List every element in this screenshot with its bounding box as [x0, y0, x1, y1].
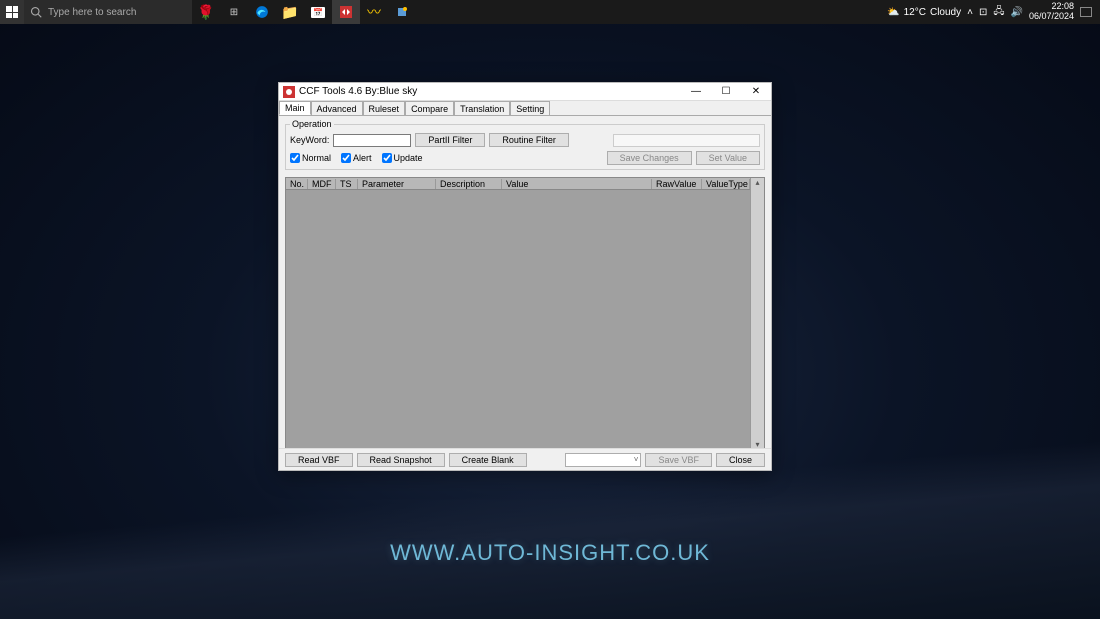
tray-cloud-icon[interactable]: ⊡: [979, 7, 987, 18]
taskbar-app-ccf[interactable]: [332, 0, 360, 24]
ccf-tools-window: CCF Tools 4.6 By:Blue sky — ☐ ✕ Main Adv…: [278, 82, 772, 471]
menu-tabs: Main Advanced Ruleset Compare Translatio…: [279, 101, 771, 115]
taskbar-app-calendar[interactable]: 📅: [304, 0, 332, 24]
read-snapshot-button[interactable]: Read Snapshot: [357, 453, 445, 467]
system-tray: ⛅ 12°C Cloudy ˄ ⊡ 🖧 🔊 22:08 06/07/2024: [887, 0, 1100, 24]
grid-header-row: No. MDF TS Parameter Description Value R…: [286, 178, 750, 190]
tab-compare[interactable]: Compare: [405, 101, 454, 115]
taskbar-app-explorer[interactable]: 📁: [276, 0, 304, 24]
windows-icon: [6, 6, 18, 18]
search-placeholder: Type here to search: [48, 7, 136, 18]
desktop-watermark: WWW.AUTO-INSIGHT.CO.UK: [390, 540, 710, 566]
col-value[interactable]: Value: [502, 179, 652, 189]
tab-advanced[interactable]: Advanced: [311, 101, 363, 115]
checkbox-update[interactable]: Update: [382, 153, 423, 163]
tray-notifications-icon[interactable]: [1080, 7, 1092, 17]
app-icon: [283, 86, 295, 98]
save-vbf-button[interactable]: Save VBF: [645, 453, 712, 467]
status-field: [613, 134, 760, 147]
partii-filter-button[interactable]: PartII Filter: [415, 133, 485, 147]
taskbar-search[interactable]: Type here to search: [24, 0, 192, 24]
grid-scrollbar[interactable]: [750, 178, 764, 449]
search-icon: [30, 6, 42, 18]
titlebar[interactable]: CCF Tools 4.6 By:Blue sky — ☐ ✕: [279, 83, 771, 101]
weather-widget[interactable]: ⛅ 12°C Cloudy: [887, 7, 961, 18]
taskbar-app-roses[interactable]: 🌹: [192, 0, 220, 24]
bottom-toolbar: Read VBF Read Snapshot Create Blank ˅ Sa…: [279, 448, 771, 470]
weather-temp: 12°C: [904, 7, 926, 18]
col-parameter[interactable]: Parameter: [358, 179, 436, 189]
start-button[interactable]: [0, 0, 24, 24]
col-rawvalue[interactable]: RawValue: [652, 179, 702, 189]
taskbar-app-tool1[interactable]: 〰: [360, 0, 388, 24]
weather-cond: Cloudy: [930, 7, 961, 18]
checkbox-normal[interactable]: Normal: [290, 153, 331, 163]
operation-legend: Operation: [290, 119, 334, 129]
create-blank-button[interactable]: Create Blank: [449, 453, 527, 467]
keyword-label: KeyWord:: [290, 135, 329, 145]
minimize-button[interactable]: —: [681, 83, 711, 100]
set-value-button[interactable]: Set Value: [696, 151, 760, 165]
taskbar-pinned-apps: 🌹 ⊞ 📁 📅 〰: [192, 0, 416, 24]
save-changes-button[interactable]: Save Changes: [607, 151, 692, 165]
taskbar: Type here to search 🌹 ⊞ 📁 📅 〰 ⛅ 12°C Clo…: [0, 0, 1100, 24]
tray-volume-icon[interactable]: 🔊: [1011, 7, 1023, 18]
col-valuetype[interactable]: ValueType: [702, 179, 750, 189]
window-title: CCF Tools 4.6 By:Blue sky: [299, 86, 417, 97]
tray-network-icon[interactable]: 🖧: [993, 4, 1004, 21]
col-mdf[interactable]: MDF: [308, 179, 336, 189]
col-description[interactable]: Description: [436, 179, 502, 189]
read-vbf-button[interactable]: Read VBF: [285, 453, 353, 467]
tab-ruleset[interactable]: Ruleset: [363, 101, 406, 115]
tab-translation[interactable]: Translation: [454, 101, 510, 115]
close-button[interactable]: ✕: [741, 83, 771, 100]
tab-setting[interactable]: Setting: [510, 101, 550, 115]
close-window-button[interactable]: Close: [716, 453, 765, 467]
tray-chevron-icon[interactable]: ˄: [967, 7, 973, 18]
clock-date: 06/07/2024: [1029, 12, 1074, 22]
format-combo[interactable]: ˅: [565, 453, 641, 467]
keyword-input[interactable]: [333, 134, 411, 147]
checkbox-alert[interactable]: Alert: [341, 153, 372, 163]
taskbar-app-edge[interactable]: [248, 0, 276, 24]
col-no[interactable]: No.: [286, 179, 308, 189]
chevron-down-icon: ˅: [634, 455, 639, 464]
tab-main[interactable]: Main: [279, 101, 311, 115]
routine-filter-button[interactable]: Routine Filter: [489, 133, 569, 147]
taskbar-app-tool2[interactable]: [388, 0, 416, 24]
col-ts[interactable]: TS: [336, 179, 358, 189]
operation-panel: Operation KeyWord: PartII Filter Routine…: [279, 115, 771, 173]
maximize-button[interactable]: ☐: [711, 83, 741, 100]
operation-group: Operation KeyWord: PartII Filter Routine…: [285, 119, 765, 170]
data-grid[interactable]: No. MDF TS Parameter Description Value R…: [285, 177, 765, 450]
taskbar-app-taskview[interactable]: ⊞: [220, 0, 248, 24]
taskbar-clock[interactable]: 22:08 06/07/2024: [1029, 2, 1074, 22]
weather-icon: ⛅: [887, 7, 899, 18]
